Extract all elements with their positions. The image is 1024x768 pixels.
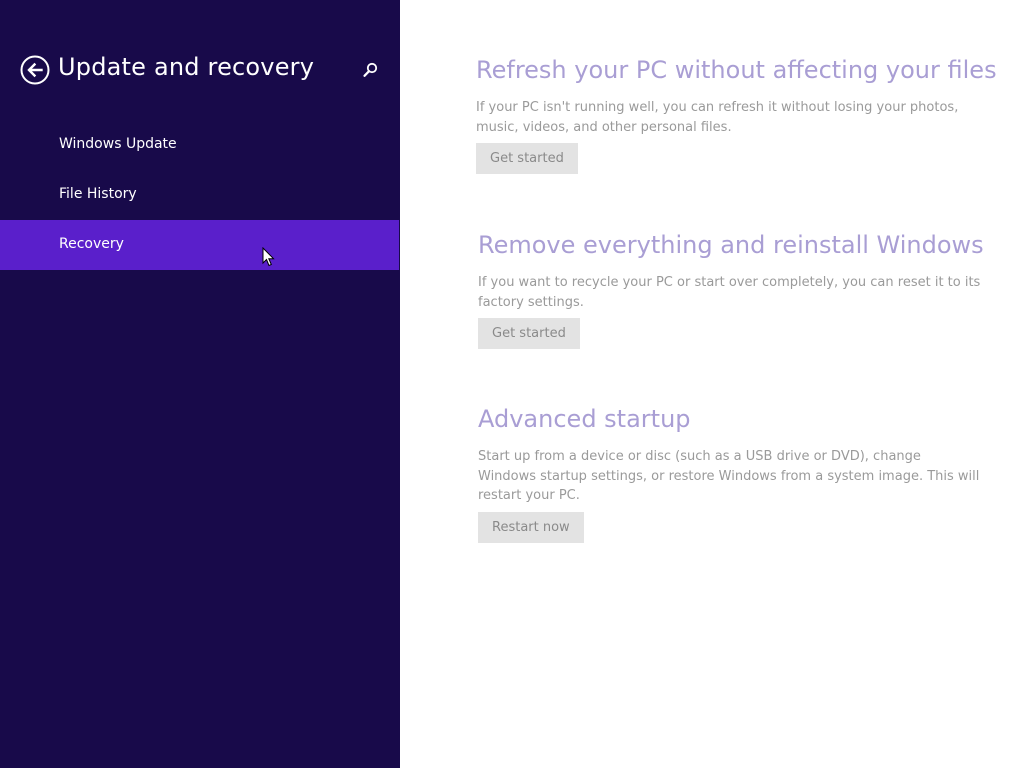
reset-pc-section: Remove everything and reinstall Windows … (478, 231, 998, 349)
sidebar-item-windows-update[interactable]: Windows Update (0, 120, 399, 170)
section-title: Remove everything and reinstall Windows (478, 231, 984, 259)
sidebar-item-file-history[interactable]: File History (0, 170, 399, 220)
sidebar-item-label: Windows Update (59, 136, 177, 152)
search-button[interactable] (361, 61, 379, 79)
main-content: Refresh your PC without affecting your f… (400, 0, 1024, 768)
mouse-pointer-icon (262, 247, 275, 267)
section-title: Refresh your PC without affecting your f… (476, 56, 997, 84)
back-button[interactable] (20, 55, 50, 85)
section-title: Advanced startup (478, 405, 691, 433)
sidebar: Update and recovery Windows Update File … (0, 0, 400, 768)
refresh-get-started-button[interactable]: Get started (476, 143, 578, 174)
page-title: Update and recovery (58, 53, 315, 81)
sidebar-header: Update and recovery (0, 50, 400, 90)
section-description: Start up from a device or disc (such as … (478, 449, 980, 503)
sidebar-item-recovery[interactable]: Recovery (0, 220, 399, 270)
section-description: If you want to recycle your PC or start … (478, 275, 981, 310)
advanced-startup-section: Advanced startup Start up from a device … (478, 405, 998, 543)
pc-settings-screen: Update and recovery Windows Update File … (0, 0, 1024, 768)
refresh-pc-section: Refresh your PC without affecting your f… (476, 56, 997, 174)
reset-get-started-button[interactable]: Get started (478, 318, 580, 349)
back-arrow-icon (20, 55, 50, 85)
restart-now-button[interactable]: Restart now (478, 511, 584, 543)
search-icon (363, 62, 378, 77)
section-description: If your PC isn't running well, you can r… (476, 100, 959, 135)
sidebar-item-label: Recovery (59, 236, 124, 252)
sidebar-item-label: File History (59, 186, 137, 202)
